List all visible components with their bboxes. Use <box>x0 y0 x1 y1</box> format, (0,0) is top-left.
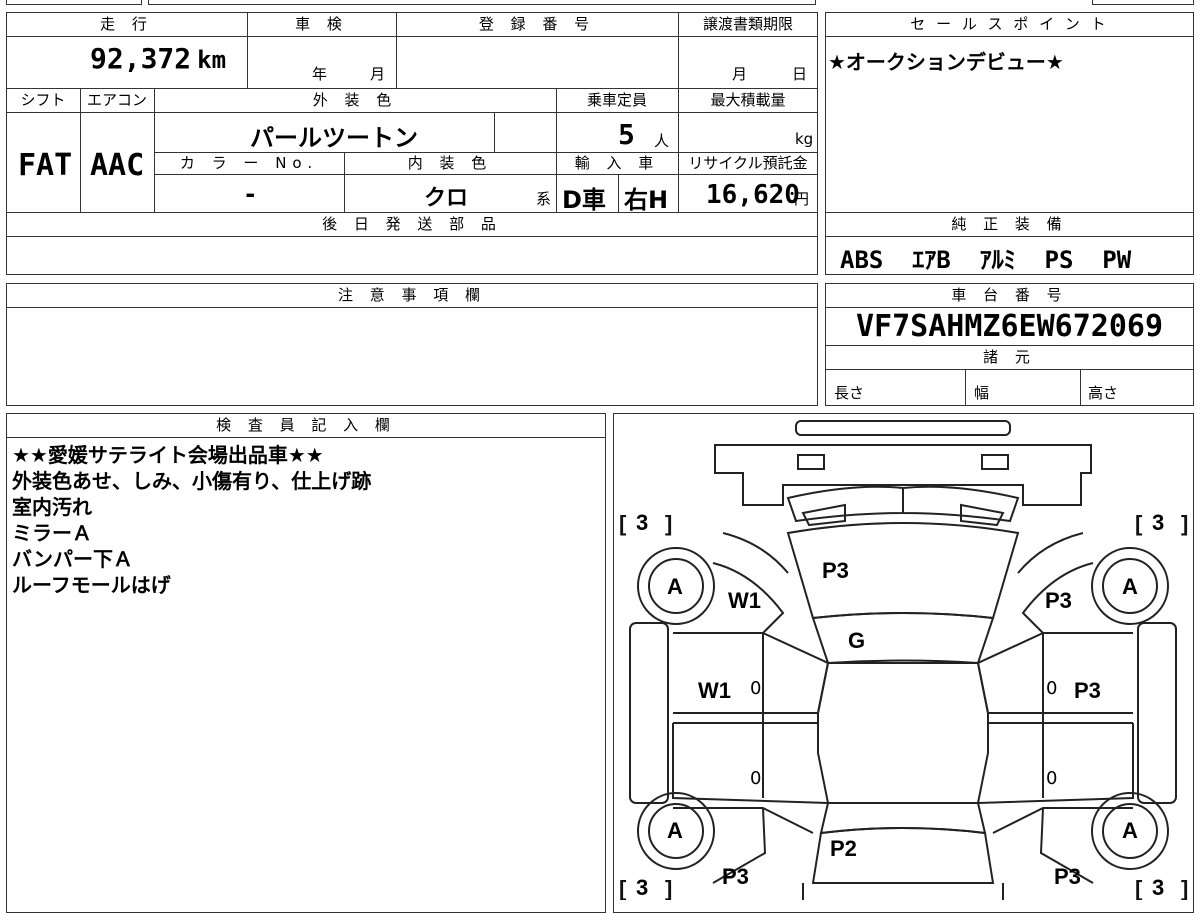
inspector-header: 検 査 員 記 入 欄 <box>216 416 396 434</box>
tire-fl: A <box>667 574 683 599</box>
tire-fr: A <box>1122 574 1138 599</box>
top-strip-mid <box>148 0 816 5</box>
max-load-unit: kg <box>795 130 814 148</box>
tire-rr: A <box>1122 818 1138 843</box>
zero-mark: 0 <box>1046 678 1058 699</box>
shaken-year: 年 <box>312 65 328 83</box>
svg-text:[: [ <box>619 511 627 536</box>
zero-mark: 0 <box>1046 768 1058 789</box>
mark-rear-left: P3 <box>722 864 749 889</box>
mileage-value: 92,372 km <box>90 42 227 75</box>
mark-front-left-fender: W1 <box>728 588 761 613</box>
shaken-header: 車 検 <box>295 15 348 33</box>
exterior-color-header: 外 装 色 <box>312 91 398 109</box>
interior-color-value: クロ <box>424 186 469 211</box>
specs-width: 幅 <box>974 384 990 402</box>
specs-height: 高さ <box>1088 384 1119 402</box>
mark-trunk: P2 <box>830 836 857 861</box>
max-load-header: 最大積載量 <box>710 91 786 109</box>
transfer-month: 月 <box>732 65 748 83</box>
top-strip-left <box>6 0 142 5</box>
recycle-value: 16,620 <box>706 180 800 210</box>
inspector-line: 室内汚れ <box>12 495 92 519</box>
zero-mark: 0 <box>750 768 762 789</box>
mark-front-right-door: P3 <box>1074 678 1101 703</box>
inspector-line: バンパー下Ａ <box>12 547 133 571</box>
transfer-header: 譲渡書類期限 <box>702 15 793 33</box>
registration-header: 登 録 番 号 <box>478 15 596 33</box>
tread-rr: 3 <box>1152 875 1165 900</box>
chassis-header: 車 台 番 号 <box>951 286 1068 304</box>
mark-front-left-door: W1 <box>698 678 731 703</box>
capacity-header: 乗車定員 <box>586 91 647 109</box>
tread-fr: 3 <box>1152 510 1165 535</box>
equipment-header: 純 正 装 備 <box>951 215 1068 233</box>
mark-rear-right: P3 <box>1054 864 1081 889</box>
zero-mark: 0 <box>750 678 762 699</box>
specs-header: 諸 元 <box>983 348 1036 366</box>
shift-value: FAT <box>18 148 73 183</box>
mark-windshield: G <box>848 628 866 653</box>
inspector-line: ★★愛媛サテライト会場出品車★★ <box>12 443 324 467</box>
notes-header: 注 意 事 項 欄 <box>337 286 487 304</box>
interior-color-header: 内 装 色 <box>407 154 493 172</box>
color-no-header: カ ラ ー No. <box>179 154 319 172</box>
recycle-header: リサイクル預託金 <box>688 154 808 172</box>
specs-length: 長さ <box>834 384 865 402</box>
svg-text:[: [ <box>1135 511 1143 536</box>
shaken-month: 月 <box>370 65 386 83</box>
tire-rl: A <box>667 818 683 843</box>
inspector-line: 外装色あせ、しみ、小傷有り、仕上げ跡 <box>12 469 372 493</box>
exterior-color-value: パールツートン <box>250 124 418 152</box>
capacity-value: 5 <box>618 118 635 151</box>
svg-text:]: ] <box>1181 511 1188 536</box>
inspector-notes: ★★愛媛サテライト会場出品車★★ 外装色あせ、しみ、小傷有り、仕上げ跡 室内汚れ… <box>12 442 371 598</box>
recycle-unit: 円 <box>794 190 810 208</box>
ac-value: AAC <box>90 148 145 183</box>
ac-header: エアコン <box>86 91 147 109</box>
svg-text:[: [ <box>1135 876 1143 900</box>
mark-front-right-fender: P3 <box>1045 588 1072 613</box>
top-strip-right <box>1092 0 1194 5</box>
chassis-value: VF7SAHMZ6EW672069 <box>855 309 1164 344</box>
selling-points-value: ★オークションデビュー★ <box>828 50 1064 74</box>
equipment-value: ABS ｴｱB ｱﾙﾐ PS PW <box>840 246 1132 274</box>
import-value: D車 <box>562 186 606 214</box>
tread-fl: 3 <box>636 510 649 535</box>
capacity-unit: 人 <box>654 132 670 150</box>
svg-text:[: [ <box>619 876 627 900</box>
color-no-value: - <box>243 180 258 208</box>
inspector-line: ルーフモールはげ <box>12 573 171 597</box>
import-header: 輸 入 車 <box>574 154 660 172</box>
car-diagram: [] [] [] [] <box>619 420 1188 900</box>
svg-text:]: ] <box>1181 876 1188 900</box>
import-handle: 右H <box>624 186 669 214</box>
tread-rl: 3 <box>636 875 649 900</box>
svg-text:]: ] <box>665 876 672 900</box>
mileage-header: 走 行 <box>100 15 153 33</box>
transfer-day: 日 <box>792 65 808 83</box>
mark-hood: P3 <box>822 558 849 583</box>
later-parts-header: 後 日 発 送 部 品 <box>322 215 502 233</box>
inspector-line: ミラーＡ <box>12 521 92 545</box>
interior-color-suffix: 系 <box>536 190 552 208</box>
svg-text:]: ] <box>665 511 672 536</box>
shift-header: シフト <box>20 91 66 109</box>
selling-points-header: セ ー ル ス ポ イ ン ト <box>910 15 1109 33</box>
